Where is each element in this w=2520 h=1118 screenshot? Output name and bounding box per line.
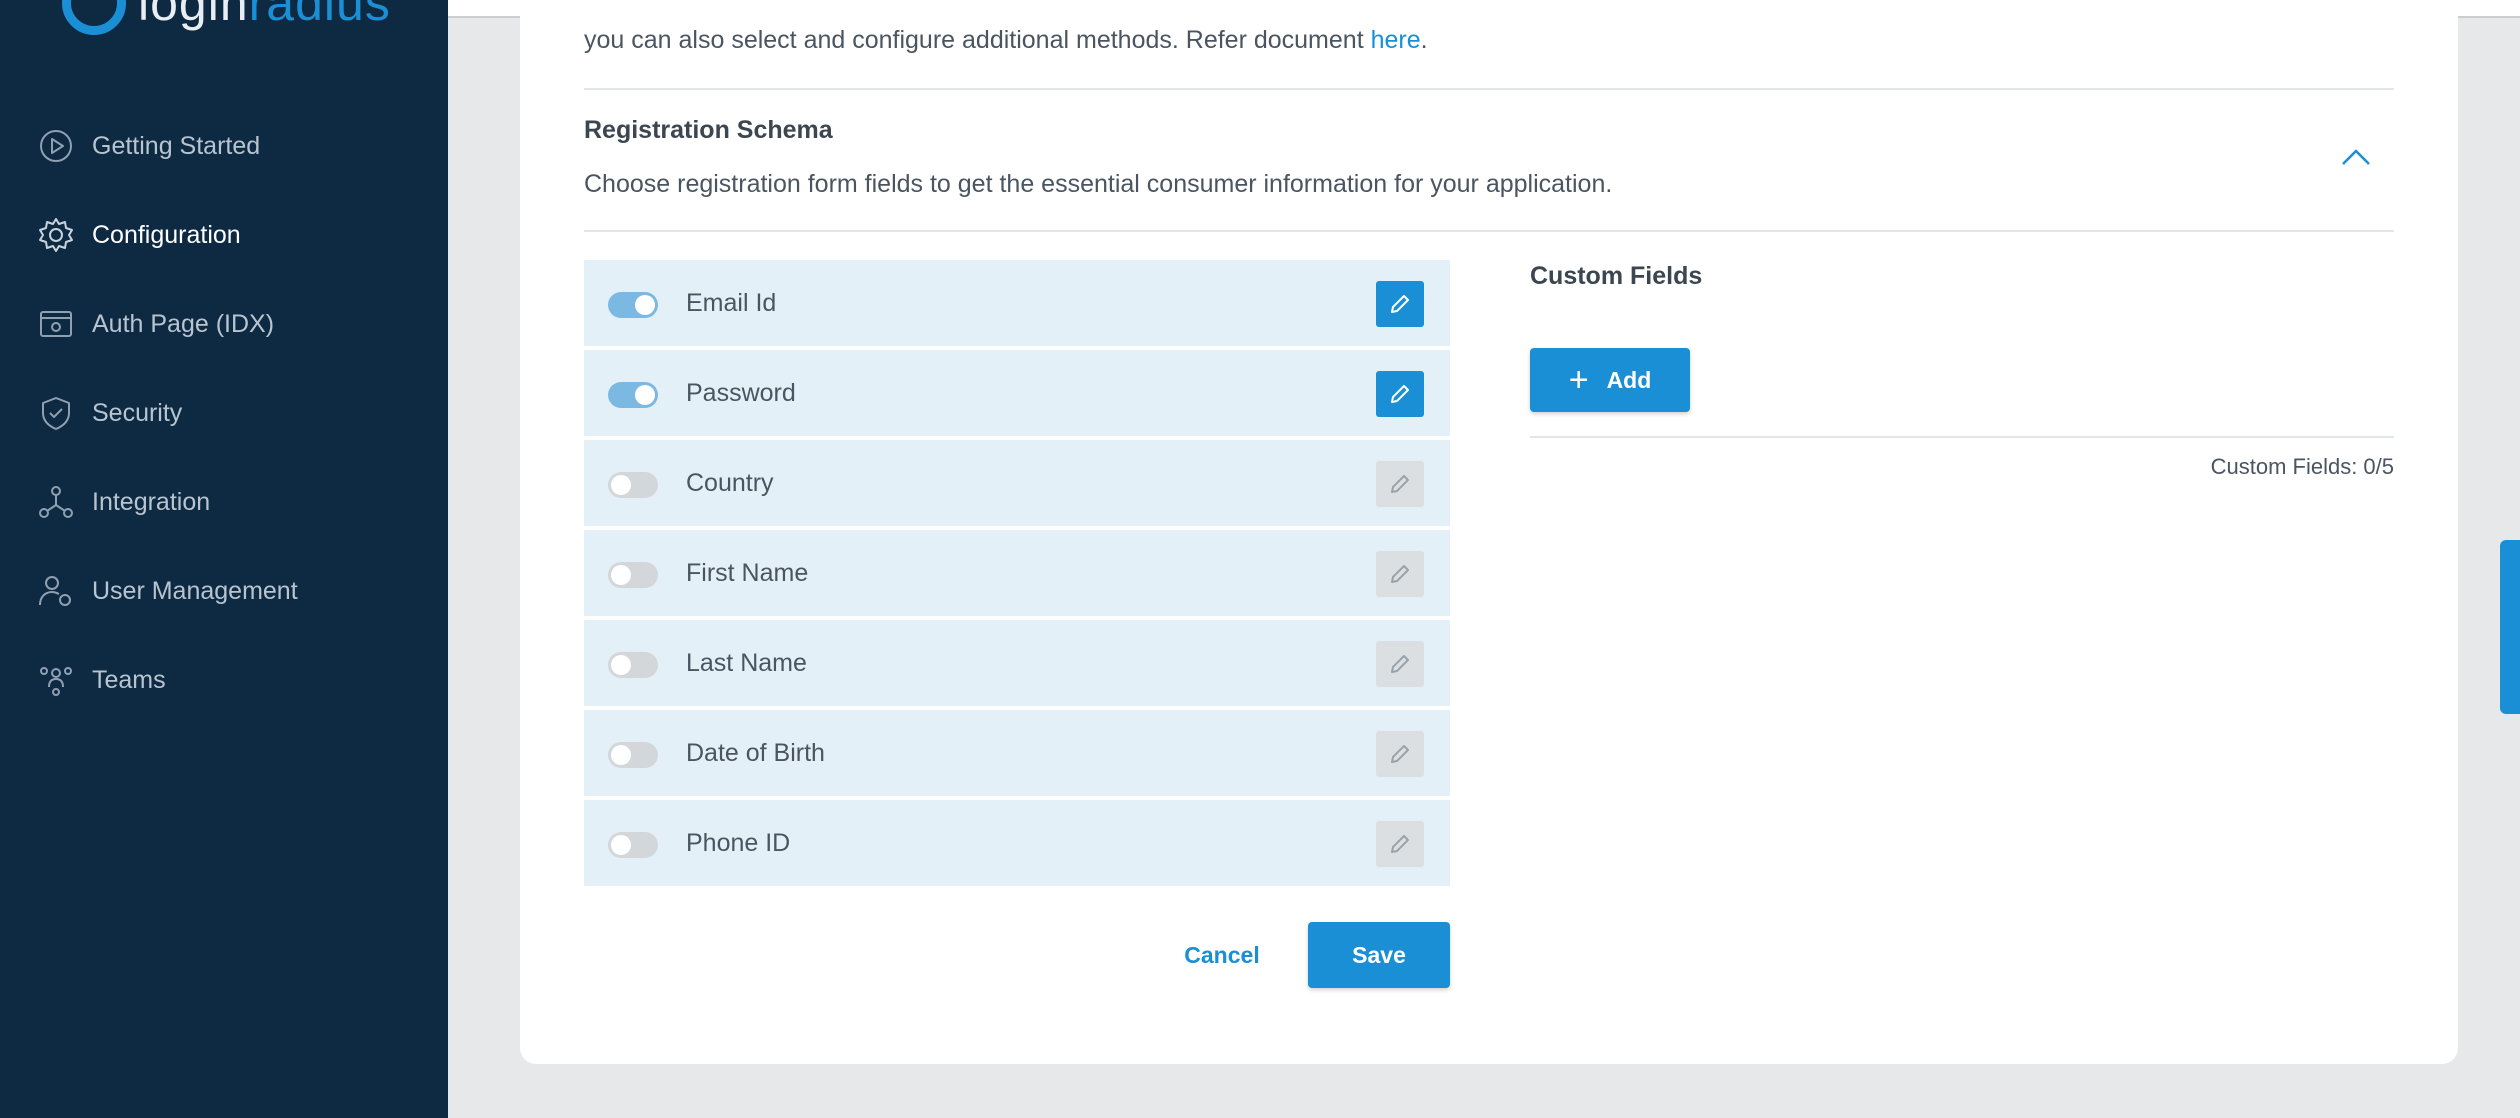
pencil-icon (1391, 745, 1409, 763)
custom-fields-title: Custom Fields (1530, 262, 1703, 290)
team-icon (36, 660, 76, 700)
custom-fields-count: Custom Fields: 0/5 (2210, 454, 2394, 479)
field-row-email-id: Email Id (584, 260, 1450, 346)
chevron-up-icon (2342, 149, 2370, 165)
divider (584, 230, 2394, 232)
user-gear-icon (36, 571, 76, 611)
sidebar-item-getting-started[interactable]: Getting Started (36, 118, 436, 174)
pencil-icon (1391, 295, 1409, 313)
pencil-icon (1391, 835, 1409, 853)
save-button[interactable]: Save (1308, 922, 1450, 988)
sidebar-item-teams[interactable]: Teams (36, 652, 436, 708)
field-label: First Name (686, 558, 809, 587)
field-toggle[interactable] (608, 472, 658, 498)
sidebar-item-configuration[interactable]: Configuration (36, 207, 436, 263)
field-row-country: Country (584, 440, 1450, 526)
sidebar-item-label: Configuration (92, 220, 241, 249)
logo-text: loginradius (138, 0, 391, 31)
gear-icon (36, 215, 76, 255)
field-toggle[interactable] (608, 832, 658, 858)
field-label: Password (686, 378, 796, 407)
add-button-label: Add (1606, 366, 1652, 393)
field-toggle[interactable] (608, 382, 658, 408)
sidebar-item-auth-page[interactable]: Auth Page (IDX) (36, 296, 436, 352)
feedback-side-tab[interactable] (2500, 540, 2520, 714)
intro-text: you can also select and configure additi… (584, 26, 1428, 54)
pencil-icon (1391, 475, 1409, 493)
sidebar-item-label: User Management (92, 576, 298, 605)
sidebar-item-label: Teams (92, 665, 166, 694)
field-label: Date of Birth (686, 738, 825, 767)
loginradius-logo[interactable]: loginradius (62, 0, 391, 35)
browser-window-icon (36, 304, 76, 344)
field-row-first-name: First Name (584, 530, 1450, 616)
field-toggle[interactable] (608, 562, 658, 588)
sidebar-item-integration[interactable]: Integration (36, 474, 436, 530)
configuration-card: you can also select and configure additi… (520, 0, 2458, 1064)
field-label: Country (686, 468, 774, 497)
sidebar-item-label: Security (92, 398, 183, 427)
field-label: Email Id (686, 288, 777, 317)
collapse-section-button[interactable] (2334, 142, 2378, 172)
sidebar-item-label: Auth Page (IDX) (92, 309, 275, 338)
pencil-icon (1391, 385, 1409, 403)
add-custom-field-button[interactable]: + Add (1530, 348, 1690, 412)
divider (584, 88, 2394, 90)
cancel-button[interactable]: Cancel (1172, 922, 1272, 988)
registration-fields-list: Email Id Password Country First Name Las… (584, 260, 1450, 890)
field-row-last-name: Last Name (584, 620, 1450, 706)
sidebar-nav: Getting Started Configuration Auth Page … (36, 118, 436, 741)
edit-field-button[interactable] (1376, 371, 1424, 417)
field-label: Phone ID (686, 828, 791, 857)
here-link[interactable]: here (1371, 26, 1421, 54)
field-row-date-of-birth: Date of Birth (584, 710, 1450, 796)
section-title: Registration Schema (584, 116, 833, 144)
field-toggle[interactable] (608, 652, 658, 678)
pencil-icon (1391, 655, 1409, 673)
field-row-password: Password (584, 350, 1450, 436)
field-toggle[interactable] (608, 742, 658, 768)
sidebar-item-user-management[interactable]: User Management (36, 563, 436, 619)
edit-field-button[interactable] (1376, 641, 1424, 687)
field-row-phone-id: Phone ID (584, 800, 1450, 886)
edit-field-button[interactable] (1376, 551, 1424, 597)
section-description: Choose registration form fields to get t… (584, 170, 1613, 198)
edit-field-button[interactable] (1376, 281, 1424, 327)
field-label: Last Name (686, 648, 807, 677)
logo-mark-icon (62, 0, 126, 35)
field-toggle[interactable] (608, 292, 658, 318)
edit-field-button[interactable] (1376, 821, 1424, 867)
network-icon (36, 482, 76, 522)
plus-icon: + (1568, 361, 1589, 399)
play-circle-icon (36, 126, 76, 166)
sidebar-item-security[interactable]: Security (36, 385, 436, 441)
shield-icon (36, 393, 76, 433)
sidebar-item-label: Getting Started (92, 131, 261, 160)
edit-field-button[interactable] (1376, 461, 1424, 507)
divider (1530, 436, 2394, 438)
edit-field-button[interactable] (1376, 731, 1424, 777)
pencil-icon (1391, 565, 1409, 583)
sidebar-item-label: Integration (92, 487, 211, 516)
sidebar: loginradius Getting Started Configuratio… (0, 0, 448, 1118)
